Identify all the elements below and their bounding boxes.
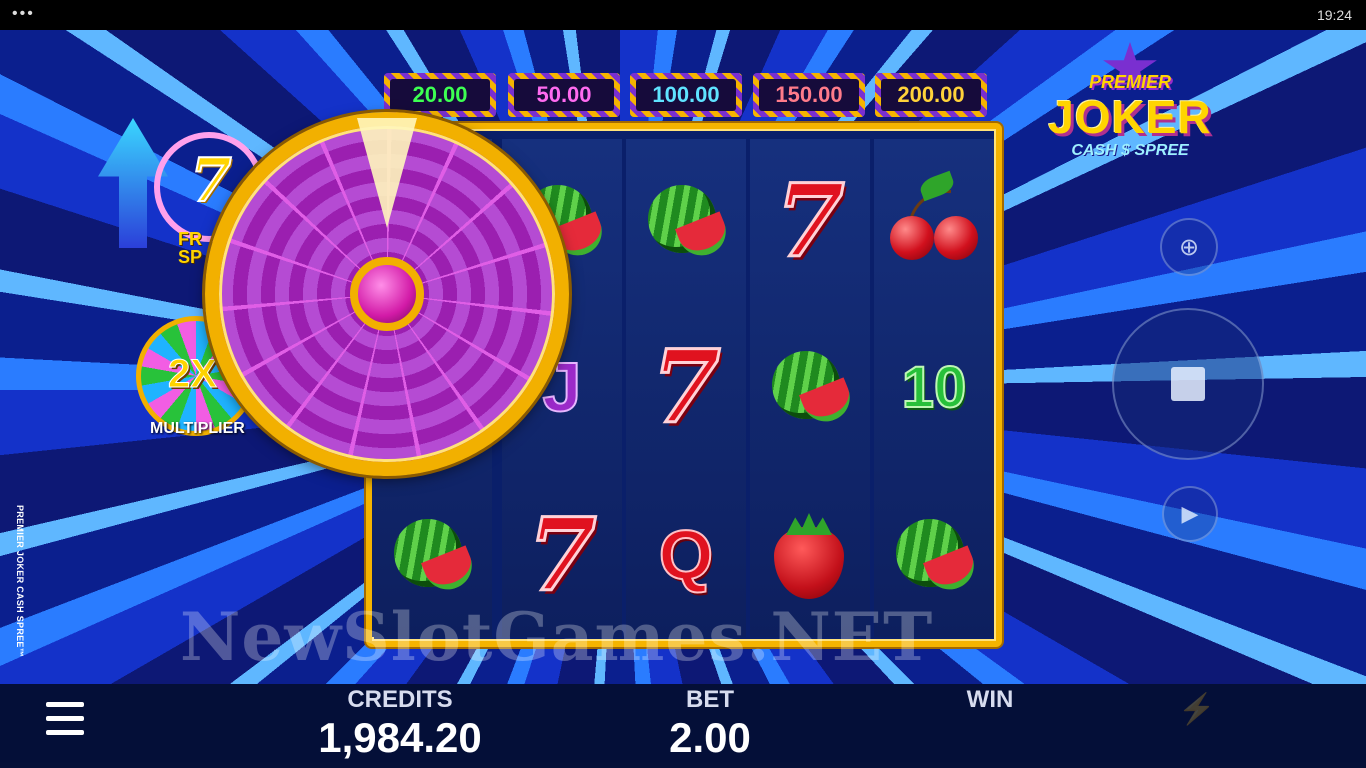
reel-symbol — [874, 139, 994, 303]
bet-label: BET — [686, 686, 734, 713]
reel-5: 10 — [874, 139, 994, 637]
watermark: NewSlotGames.NET — [180, 598, 934, 676]
seven-icon: 7 — [650, 327, 723, 448]
autoplay-icon: ▶ — [1181, 501, 1199, 526]
win-meter: WIN — [930, 686, 1050, 714]
jackpot-prize: 200.00 — [875, 73, 987, 117]
credits-label: CREDITS — [347, 686, 453, 713]
cherry-icon — [886, 170, 982, 266]
reel-symbol: 7 — [626, 305, 746, 469]
strawberry-icon — [770, 509, 850, 601]
bonus-wheel — [205, 112, 569, 476]
seven-icon: 7 — [526, 495, 599, 616]
logo-joker: JOKER — [1048, 91, 1212, 143]
credits-meter: CREDITS 1,984.20 — [300, 686, 500, 762]
credits-value: 1,984.20 — [318, 714, 482, 761]
zoom-icon: ⊕ — [1178, 233, 1200, 261]
bottom-bar: CREDITS 1,984.20 BET 2.00 WIN ⚡ — [0, 684, 1366, 768]
seven-icon: 7 — [774, 161, 847, 282]
jackpot-prizes: 20.00 50.00 100.00 150.00 200.00 — [384, 73, 990, 117]
ten-icon: 10 — [901, 354, 968, 421]
zoom-button[interactable]: ⊕ — [1160, 218, 1218, 276]
jackpot-prize: 100.00 — [630, 73, 742, 117]
spin-stop-button[interactable] — [1112, 308, 1264, 460]
jackpot-value: 20.00 — [390, 79, 490, 111]
logo-cash-spree: CASH $ SPREE — [1071, 142, 1189, 159]
free-spins-label: FR SP — [178, 229, 203, 267]
wheel-pointer — [357, 118, 417, 228]
jackpot-value: 50.00 — [514, 79, 614, 111]
watermelon-icon — [390, 513, 479, 597]
jackpot-value: 150.00 — [759, 79, 859, 111]
jackpot-prize: 20.00 — [384, 73, 496, 117]
bet-meter[interactable]: BET 2.00 — [630, 686, 790, 762]
game-title-vertical: PREMIER JOKER CASH SPREE™ — [15, 505, 25, 658]
reel-symbol — [750, 305, 870, 469]
queen-icon: Q — [658, 515, 714, 595]
watermelon-icon — [892, 513, 981, 597]
jackpot-prize: 50.00 — [508, 73, 620, 117]
autoplay-button[interactable]: ▶ — [1162, 486, 1218, 542]
multiplier-value: 2X — [168, 352, 218, 397]
jackpot-prize: 150.00 — [753, 73, 865, 117]
clock: 19:24 — [1316, 7, 1352, 23]
reel-3: 7 Q — [626, 139, 746, 637]
menu-button[interactable] — [46, 702, 84, 736]
bet-value: 2.00 — [669, 714, 751, 761]
game-logo: PREMIER JOKER CASH $ SPREE — [1040, 42, 1220, 172]
watermelon-icon — [644, 179, 733, 263]
reel-4: 7 — [750, 139, 870, 637]
wheel-hub — [350, 257, 424, 331]
reel-symbol: 10 — [874, 305, 994, 469]
win-label: WIN — [966, 686, 1014, 713]
jackpot-value: 200.00 — [881, 79, 981, 111]
multiplier-label: MULTIPLIER — [150, 420, 245, 437]
stop-icon — [1171, 367, 1205, 401]
watermelon-icon — [768, 345, 857, 429]
status-bar: ••• 19:24 — [0, 0, 1366, 30]
more-options-icon[interactable]: ••• — [12, 5, 35, 23]
free-spins-seven: 7 — [189, 145, 233, 217]
reel-symbol: 7 — [750, 139, 870, 303]
lightning-icon[interactable]: ⚡ — [1178, 692, 1215, 727]
reel-symbol — [626, 139, 746, 303]
jackpot-value: 100.00 — [636, 79, 736, 111]
